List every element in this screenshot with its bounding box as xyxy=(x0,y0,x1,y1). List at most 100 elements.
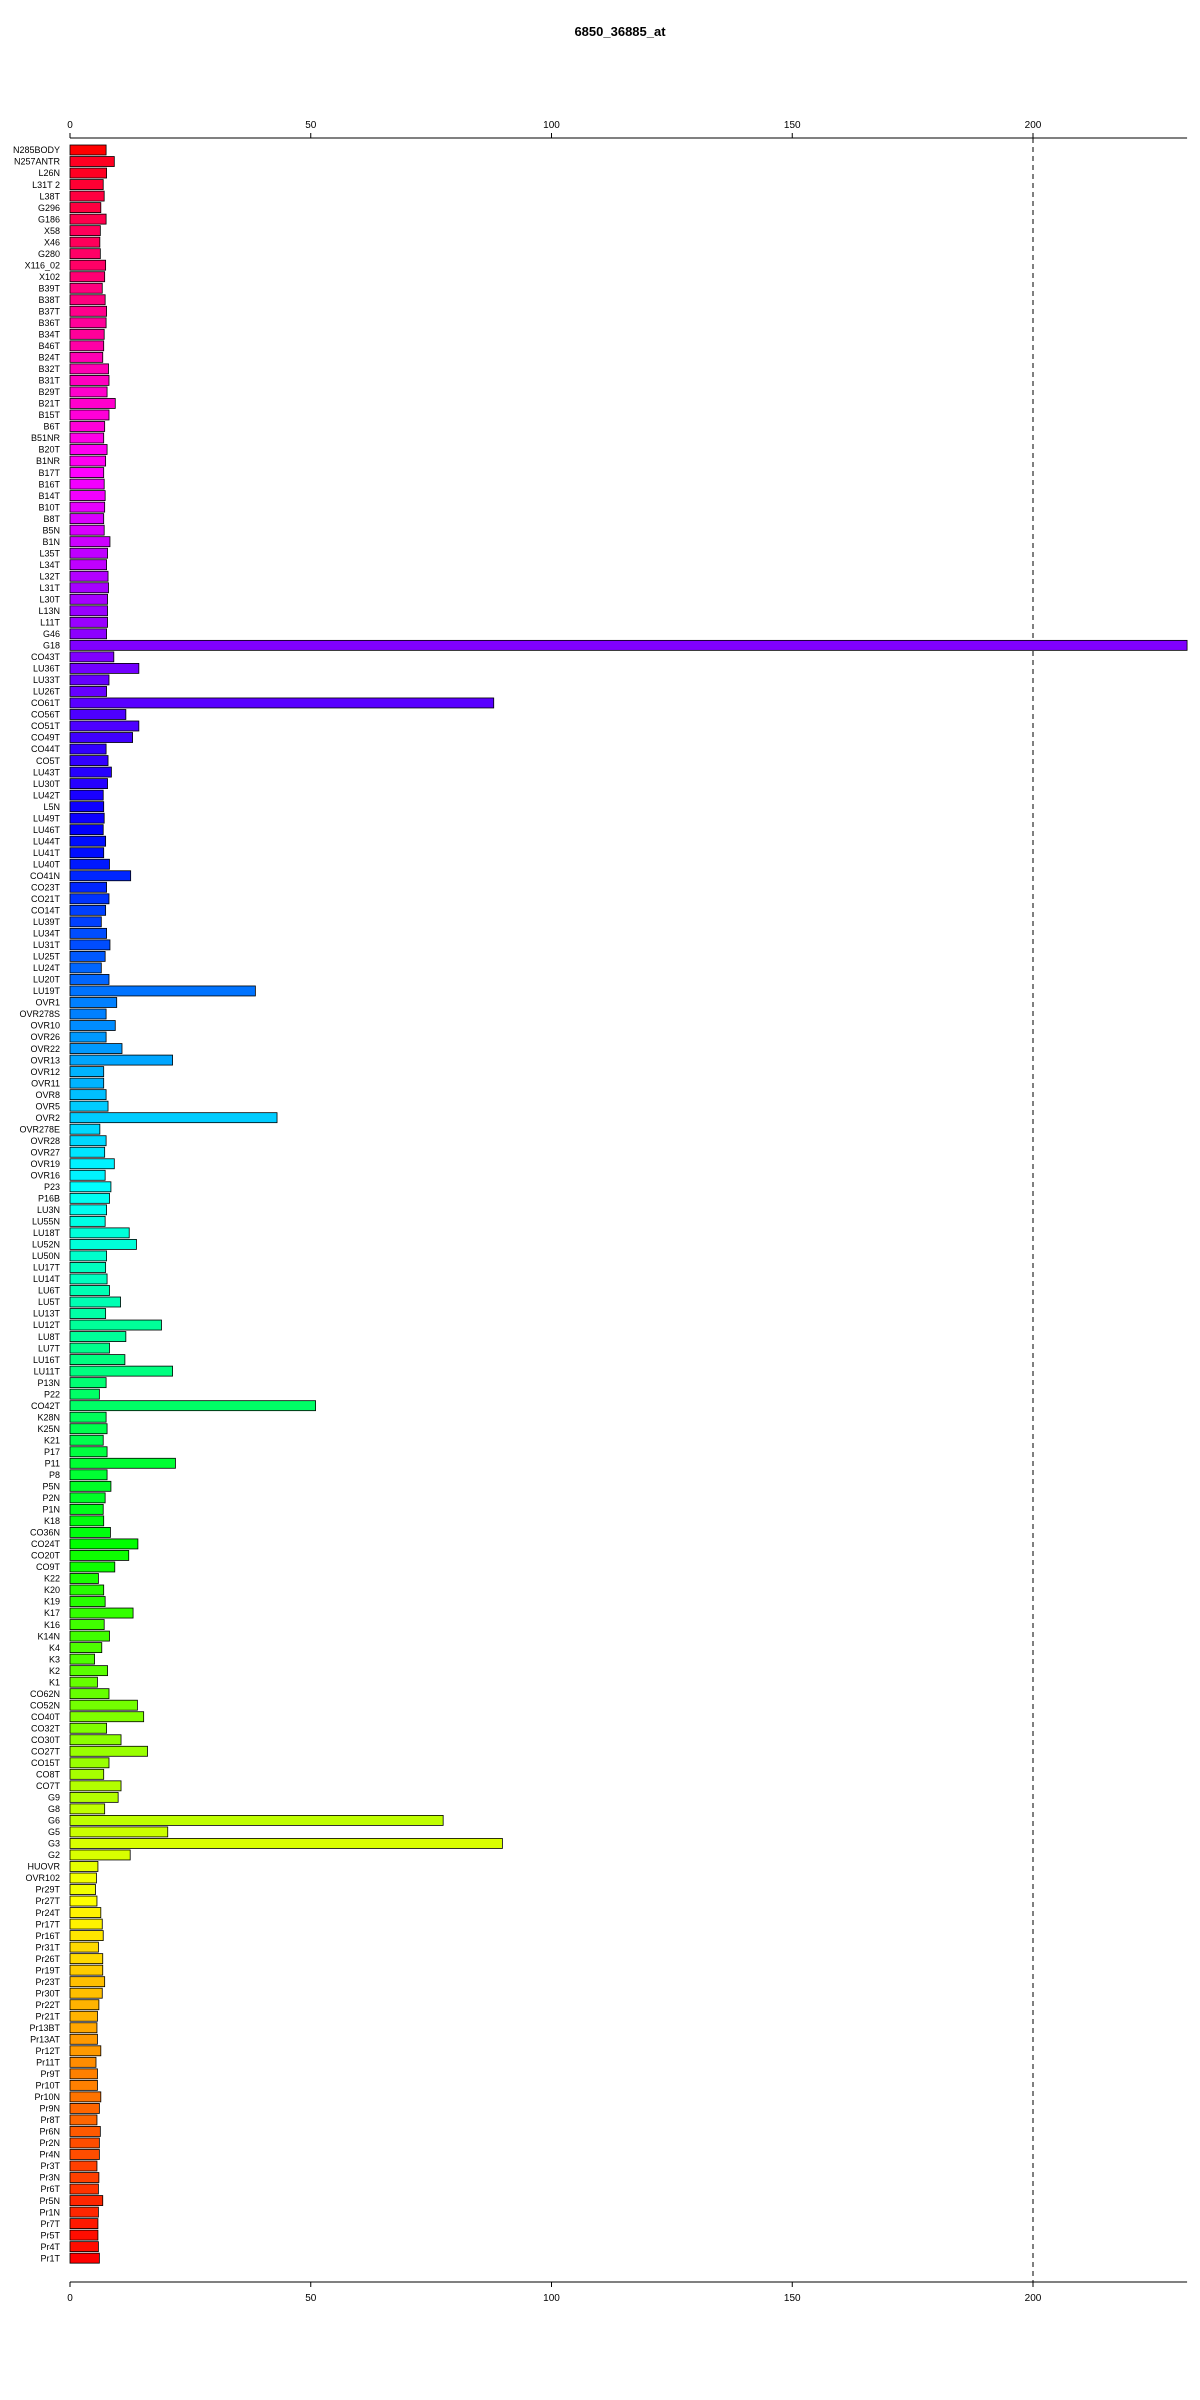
bar xyxy=(69,328,105,340)
category-label: P23 xyxy=(44,1182,60,1192)
bar xyxy=(69,1181,112,1193)
category-label: OVR12 xyxy=(30,1067,60,1077)
category-label: P8 xyxy=(49,1470,60,1480)
bar xyxy=(69,743,107,755)
bar xyxy=(69,236,101,248)
bar xyxy=(69,421,106,432)
bar xyxy=(69,1308,107,1319)
category-label: B34T xyxy=(38,330,60,340)
bar xyxy=(69,225,101,237)
bar xyxy=(69,536,111,548)
category-label: LU40T xyxy=(33,859,61,869)
category-label: B21T xyxy=(38,399,60,409)
bar xyxy=(69,1987,103,1999)
tick-label: 200 xyxy=(1025,120,1042,131)
category-label: Pr10T xyxy=(35,2081,60,2091)
category-label: G18 xyxy=(43,641,60,651)
bar xyxy=(69,1423,108,1435)
category-label: OVR11 xyxy=(31,1078,60,1088)
category-label: K22 xyxy=(44,1574,60,1584)
bar xyxy=(69,202,102,214)
bar xyxy=(69,1135,107,1147)
bar xyxy=(69,2172,100,2183)
bar xyxy=(69,282,103,294)
bar xyxy=(69,593,108,605)
category-label: B16T xyxy=(38,479,60,489)
category-label: Pr1N xyxy=(39,2207,60,2217)
bar xyxy=(69,858,110,870)
category-label: Pr3N xyxy=(39,2173,60,2183)
bar xyxy=(69,1768,105,1780)
category-label: LU7T xyxy=(38,1343,61,1353)
category-label: B29T xyxy=(38,387,60,397)
bar xyxy=(69,1331,127,1342)
category-label: Pr26T xyxy=(35,1954,60,1964)
bar xyxy=(69,974,110,985)
bar xyxy=(69,1999,100,2011)
category-label: OVR102 xyxy=(25,1873,60,1883)
tick-label: 100 xyxy=(543,2293,560,2304)
category-label: LU17T xyxy=(33,1263,61,1273)
bar xyxy=(69,1561,116,1573)
bar xyxy=(69,881,107,893)
category-label: Pr4T xyxy=(40,2242,60,2252)
category-label: OVR5 xyxy=(35,1101,60,1111)
bar xyxy=(69,2033,98,2045)
category-label: Pr1T xyxy=(40,2253,60,2263)
tick-label: 100 xyxy=(543,120,560,131)
bar xyxy=(69,478,105,490)
category-label: LU42T xyxy=(33,790,61,800)
bar xyxy=(69,1377,107,1389)
bar xyxy=(69,1964,104,1976)
category-label: CO44T xyxy=(31,744,61,754)
tick-label: 50 xyxy=(305,120,317,131)
bar xyxy=(69,1596,106,1607)
bar xyxy=(69,1930,104,1941)
bar xyxy=(69,409,110,421)
bar xyxy=(69,1538,139,1550)
category-label: Pr22T xyxy=(35,2000,60,2010)
bar xyxy=(69,2079,98,2091)
category-label: CO32T xyxy=(31,1723,61,1733)
category-label: B14T xyxy=(38,491,60,501)
bar xyxy=(69,847,105,859)
bar xyxy=(69,1791,119,1803)
category-label: LU12T xyxy=(33,1320,61,1330)
bar xyxy=(69,570,109,582)
category-label: K1 xyxy=(49,1677,60,1687)
category-label: Pr3T xyxy=(40,2161,60,2171)
category-label: L38T xyxy=(39,191,60,201)
bar xyxy=(69,1849,131,1861)
bar xyxy=(69,2218,99,2230)
top-x-axis: 0 50 100 150 200 xyxy=(67,120,1188,139)
bar xyxy=(69,697,495,709)
bar xyxy=(69,1688,110,1700)
bar xyxy=(69,1826,169,1838)
category-label: K21 xyxy=(44,1435,60,1445)
bar xyxy=(69,1273,108,1285)
category-label: B31T xyxy=(38,376,60,386)
bar xyxy=(69,490,106,502)
category-label: K4 xyxy=(49,1643,60,1653)
category-label: LU44T xyxy=(33,836,61,846)
bar xyxy=(69,1976,106,1988)
category-label: Pr23T xyxy=(35,1977,60,1987)
category-label: B6T xyxy=(43,422,60,432)
category-label: LU41T xyxy=(33,848,61,858)
bar xyxy=(69,340,105,352)
bar xyxy=(69,547,108,559)
bar xyxy=(69,2183,99,2195)
bar xyxy=(69,1711,145,1723)
category-label: K20 xyxy=(44,1585,60,1595)
bar xyxy=(69,455,107,467)
category-label: Pr6N xyxy=(39,2127,60,2137)
bar xyxy=(69,651,115,663)
bar xyxy=(69,1815,444,1826)
category-label: CO20T xyxy=(31,1551,61,1561)
category-label: N257ANTR xyxy=(14,157,61,167)
category-label: LU5T xyxy=(38,1297,61,1307)
category-label: LU18T xyxy=(33,1228,61,1238)
category-label: LU43T xyxy=(33,767,61,777)
bar xyxy=(69,628,107,640)
bar xyxy=(69,248,101,260)
